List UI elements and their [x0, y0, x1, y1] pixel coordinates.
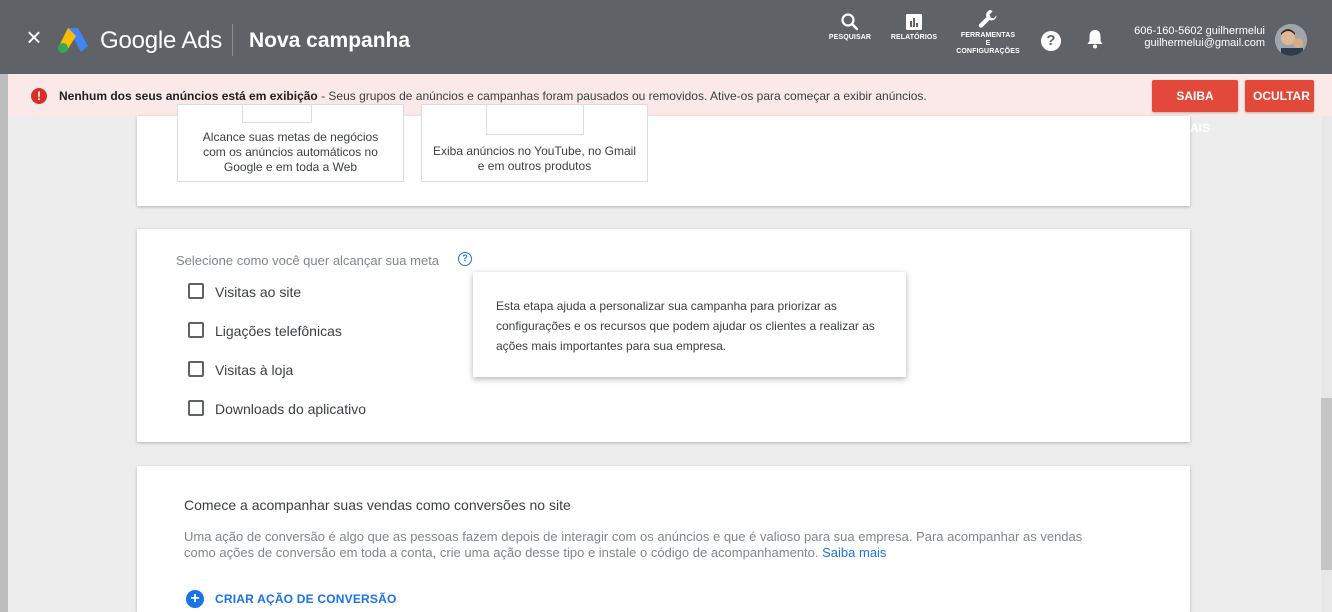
reports-button[interactable]: RELATÓRIOS — [888, 12, 940, 42]
conversions-description: Uma ação de conversão é algo que as pess… — [184, 529, 1084, 561]
checkbox-label[interactable]: Visitas à loja — [215, 362, 293, 378]
header-divider — [232, 24, 233, 56]
google-ads-logo — [58, 28, 88, 53]
tools-label-1: FERRAMENTAS — [960, 32, 1016, 39]
learn-more-button[interactable]: SAIBA MAIS — [1152, 80, 1238, 135]
close-icon[interactable]: × — [22, 24, 46, 50]
option-text-line1: Exiba anúncios no YouTube, no Gmail — [432, 144, 637, 158]
option-text-line2: com os anúncios automáticos no — [203, 145, 378, 159]
tools-settings-button[interactable]: FERRAMENTAS E CONFIGURAÇÕES — [952, 8, 1024, 56]
banner-message-bold: Nenhum dos seus anúncios está em exibiçã… — [59, 89, 318, 103]
checkbox-label[interactable]: Ligações telefônicas — [215, 323, 342, 339]
conversions-description-text: Uma ação de conversão é algo que as pess… — [184, 529, 1083, 560]
option-text-line2: e em outros produtos — [477, 159, 592, 173]
option-illustration — [486, 105, 584, 135]
tools-label-3: CONFIGURAÇÕES — [956, 48, 1020, 55]
avatar-image — [1275, 24, 1307, 56]
account-id: 606-160-5602 guilhermelui — [1134, 25, 1265, 37]
option-text-line3: Google e em toda a Web — [223, 160, 358, 174]
account-info[interactable]: 606-160-5602 guilhermelui guilhermelui@g… — [1110, 25, 1265, 49]
option-text-line1: Alcance suas metas de negócios — [202, 130, 379, 144]
left-page-edge — [0, 74, 8, 612]
tools-label-2: E — [985, 40, 991, 47]
create-conversion-action-button[interactable]: CRIAR AÇÃO DE CONVERSÃO — [215, 592, 397, 606]
page-title: Nova campanha — [249, 29, 411, 52]
wrench-icon — [978, 10, 997, 28]
help-tooltip: Esta etapa ajuda a personalizar sua camp… — [473, 272, 906, 377]
search-icon — [841, 13, 859, 31]
hide-button[interactable]: OCULTAR — [1245, 80, 1314, 112]
conversions-title: Comece a acompanhar suas vendas como con… — [184, 497, 571, 513]
help-circle-icon[interactable]: ? — [458, 252, 472, 266]
checkbox-phone-calls[interactable] — [188, 322, 204, 338]
checkbox-site-visits[interactable] — [188, 283, 204, 299]
bar-chart-icon — [906, 14, 922, 30]
bell-icon[interactable] — [1085, 28, 1105, 50]
banner-message-text: - Seus grupos de anúncios e campanhas fo… — [317, 89, 927, 103]
reports-label: RELATÓRIOS — [890, 34, 938, 41]
top-app-bar: × Google Ads Nova campanha PESQUISAR REL… — [0, 0, 1332, 74]
option-illustration — [242, 105, 312, 123]
scrollbar-thumb[interactable] — [1321, 398, 1332, 570]
checkbox-app-downloads[interactable] — [188, 400, 204, 416]
goal-option-automatic-ads[interactable]: Alcance suas metas de negócios com os an… — [177, 104, 404, 182]
banner-message: Nenhum dos seus anúncios está em exibiçã… — [59, 89, 927, 103]
checkbox-label[interactable]: Visitas ao site — [215, 284, 301, 300]
account-email: guilhermelui@gmail.com — [1144, 37, 1265, 49]
learn-more-link[interactable]: Saiba mais — [822, 545, 886, 560]
checkbox-label[interactable]: Downloads do aplicativo — [215, 401, 366, 417]
brand-name: Google Ads — [100, 27, 223, 54]
avatar[interactable] — [1275, 24, 1307, 56]
goal-option-video-display[interactable]: Exiba anúncios no YouTube, no Gmail e em… — [421, 104, 648, 182]
search-button[interactable]: PESQUISAR — [826, 12, 874, 42]
help-icon[interactable]: ? — [1041, 31, 1061, 51]
checkbox-store-visits[interactable] — [188, 361, 204, 377]
error-icon: ! — [31, 88, 47, 104]
add-circle-icon[interactable]: + — [186, 590, 204, 608]
search-label: PESQUISAR — [828, 34, 872, 41]
reach-question: Selecione como você quer alcançar sua me… — [176, 253, 440, 268]
